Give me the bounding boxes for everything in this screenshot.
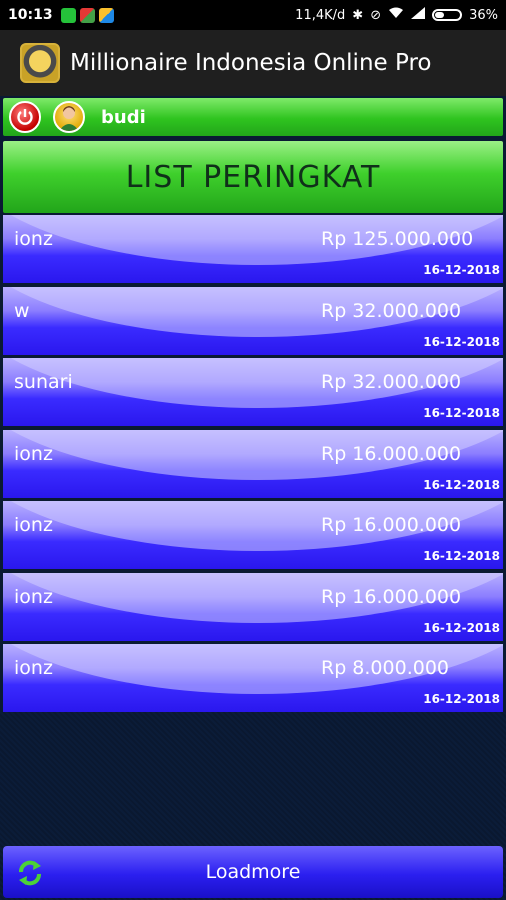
entry-date: 16-12-2018: [423, 477, 500, 492]
app-logo-icon: [20, 43, 60, 83]
power-icon[interactable]: [9, 101, 41, 133]
ranking-header: LIST PERINGKAT: [3, 141, 503, 213]
status-time: 10:13: [8, 7, 53, 23]
prize-amount: Rp 8.000.000: [321, 657, 449, 679]
entry-date: 16-12-2018: [423, 406, 500, 420]
player-name: ionz: [14, 442, 53, 465]
silent-icon: ⊘: [370, 7, 382, 23]
player-name: ionz: [14, 585, 53, 608]
prize-amount: Rp 125.000.000: [321, 228, 474, 250]
username: budi: [101, 106, 146, 128]
player-name: ionz: [14, 514, 53, 536]
user-bar: budi: [3, 98, 503, 136]
entry-date: 16-12-2018: [423, 692, 500, 706]
ranking-list: ionz Rp 125.000.000 16-12-2018 w Rp 32.0…: [3, 215, 503, 716]
refresh-icon: [19, 860, 41, 886]
entry-date: 16-12-2018: [423, 620, 500, 635]
status-bar: 10:13 11,4K/d ✱ ⊘ 36%: [0, 0, 506, 30]
load-more-button[interactable]: Loadmore: [3, 846, 503, 898]
notification-icons: [60, 7, 114, 23]
list-item[interactable]: sunari Rp 32.000.000 16-12-2018: [3, 358, 503, 426]
app-bar: Millionaire Indonesia Online Pro: [0, 30, 506, 96]
list-item[interactable]: ionz Rp 16.000.000 16-12-2018: [3, 572, 503, 641]
list-item[interactable]: ionz Rp 16.000.000 16-12-2018: [3, 501, 503, 569]
app-icon: [98, 7, 114, 23]
list-item[interactable]: ionz Rp 8.000.000 16-12-2018: [3, 644, 503, 712]
signal-icon: [411, 7, 426, 23]
app-icon: [79, 7, 95, 23]
prize-amount: Rp 16.000.000: [321, 585, 462, 608]
status-right: 11,4K/d ✱ ⊘ 36%: [295, 7, 498, 23]
prize-amount: Rp 16.000.000: [321, 514, 462, 536]
avatar[interactable]: [53, 101, 85, 133]
load-more-label: Loadmore: [205, 861, 301, 883]
player-name: w: [14, 299, 30, 322]
battery-percent: 36%: [469, 7, 498, 23]
app-title: Millionaire Indonesia Online Pro: [70, 50, 432, 76]
player-name: ionz: [14, 228, 53, 250]
whatsapp-icon: [60, 7, 76, 23]
network-speed: 11,4K/d: [295, 7, 346, 23]
list-item[interactable]: ionz Rp 16.000.000 16-12-2018: [3, 429, 503, 498]
player-name: sunari: [14, 371, 73, 393]
entry-date: 16-12-2018: [423, 549, 500, 563]
list-item[interactable]: ionz Rp 125.000.000 16-12-2018: [3, 215, 503, 283]
player-name: ionz: [14, 657, 53, 679]
bluetooth-icon: ✱: [352, 7, 364, 23]
page-title: LIST PERINGKAT: [125, 159, 381, 195]
prize-amount: Rp 16.000.000: [321, 442, 462, 465]
wifi-icon: [388, 7, 404, 23]
entry-date: 16-12-2018: [423, 263, 500, 277]
list-item[interactable]: w Rp 32.000.000 16-12-2018: [3, 286, 503, 355]
prize-amount: Rp 32.000.000: [321, 371, 462, 393]
prize-amount: Rp 32.000.000: [321, 299, 462, 322]
battery-icon: [432, 9, 463, 21]
entry-date: 16-12-2018: [423, 334, 500, 349]
